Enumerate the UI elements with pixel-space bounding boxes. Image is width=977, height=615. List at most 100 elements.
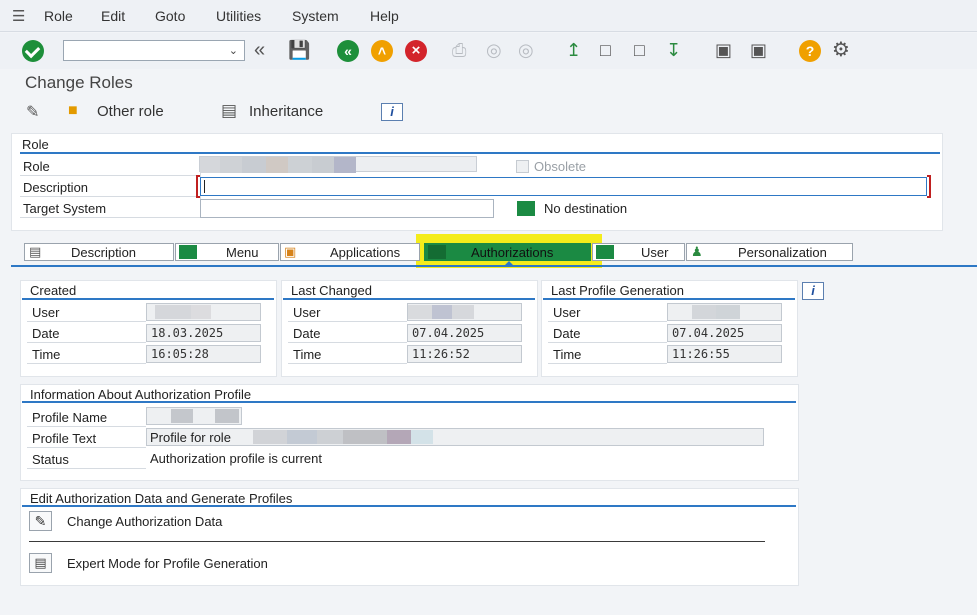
last-changed-time-label: Time — [293, 347, 322, 362]
status-label: Status — [32, 452, 69, 467]
last-changed-user-redacted — [407, 303, 522, 321]
inheritance-icon[interactable]: ▤ — [221, 101, 237, 121]
back-icon[interactable]: « — [337, 40, 359, 62]
find-next-icon: ◎ — [518, 40, 534, 60]
divider — [20, 196, 200, 197]
obsolete-checkbox[interactable] — [516, 160, 529, 173]
created-user-redacted — [146, 303, 261, 321]
divider — [548, 363, 667, 364]
last-profile-date-value: 07.04.2025 — [667, 324, 782, 342]
menu-tab-icon — [179, 245, 197, 259]
divider — [27, 321, 146, 322]
next-page-icon[interactable]: □ — [634, 39, 645, 61]
tab-label: Authorizations — [471, 245, 554, 260]
create-session-icon[interactable]: ▣ — [715, 39, 732, 61]
menu-role[interactable]: Role — [44, 8, 73, 24]
created-section: Created User Date Time 18.03.2025 16:05:… — [20, 280, 277, 377]
command-field[interactable]: ⌄ — [63, 40, 245, 61]
personalization-tab-icon: ♟ — [691, 244, 703, 259]
created-title: Created — [30, 283, 77, 298]
section-underline — [543, 298, 795, 300]
applications-tab-icon: ▣ — [284, 244, 297, 259]
menu-help[interactable]: Help — [370, 8, 399, 24]
menu-toggle-icon[interactable]: ☰ — [12, 7, 25, 25]
last-profile-time-value: 11:26:55 — [667, 345, 782, 363]
divider — [288, 342, 407, 343]
profile-info-title: Information About Authorization Profile — [30, 387, 252, 402]
expert-mode-button[interactable]: Expert Mode for Profile Generation — [67, 556, 268, 571]
divider — [548, 321, 667, 322]
print-icon: ⎙ — [452, 40, 467, 60]
created-date-value: 18.03.2025 — [146, 324, 261, 342]
help-icon[interactable]: ? — [799, 40, 821, 62]
divider — [20, 175, 200, 176]
cancel-icon[interactable]: × — [405, 40, 427, 62]
settings-icon[interactable]: ⚙ — [832, 39, 850, 61]
other-role-button[interactable]: Other role — [97, 103, 164, 120]
exit-icon[interactable]: ˄ — [371, 40, 393, 62]
divider — [288, 321, 407, 322]
shortcut-icon[interactable]: ▣ — [750, 39, 767, 61]
description-tab-icon: ▤ — [29, 244, 42, 259]
profile-info-section: Information About Authorization Profile … — [20, 384, 799, 481]
created-date-label: Date — [32, 326, 60, 341]
info-icon[interactable]: i — [381, 103, 403, 121]
other-role-icon[interactable]: ■ — [68, 102, 78, 120]
enter-icon[interactable] — [22, 40, 44, 62]
last-profile-generation-section: Last Profile Generation User Date Time 0… — [541, 280, 798, 377]
menu-system[interactable]: System — [292, 8, 339, 24]
divider — [288, 363, 407, 364]
tab-applications[interactable]: ▣ Applications — [280, 243, 420, 261]
change-authorization-data-button[interactable]: Change Authorization Data — [67, 514, 222, 529]
last-changed-date-value: 07.04.2025 — [407, 324, 522, 342]
last-profile-generation-title: Last Profile Generation — [551, 283, 684, 298]
tab-description[interactable]: ▤ Description — [24, 243, 174, 261]
chevron-down-icon[interactable]: ⌄ — [229, 44, 238, 57]
last-profile-user-redacted — [667, 303, 782, 321]
target-system-field[interactable] — [200, 199, 494, 218]
profile-name-label: Profile Name — [32, 410, 108, 425]
menu-edit[interactable]: Edit — [101, 8, 125, 24]
created-time-label: Time — [32, 347, 61, 362]
inheritance-button[interactable]: Inheritance — [249, 103, 323, 120]
role-panel: Role Role Description Target System Obso… — [11, 133, 943, 231]
info-icon[interactable]: i — [802, 282, 824, 300]
authorizations-tab-icon — [428, 245, 446, 259]
description-field[interactable] — [200, 177, 927, 196]
tab-authorizations[interactable]: Authorizations — [424, 243, 591, 261]
last-page-icon[interactable]: ↧ — [666, 39, 681, 61]
last-changed-time-value: 11:26:52 — [407, 345, 522, 363]
find-icon: ◎ — [486, 40, 502, 60]
role-label: Role — [23, 159, 50, 174]
tab-menu[interactable]: Menu — [175, 243, 279, 261]
menu-goto[interactable]: Goto — [155, 8, 185, 24]
save-icon[interactable]: 💾 — [288, 39, 310, 61]
divider — [27, 468, 146, 469]
previous-page-icon[interactable]: □ — [600, 39, 611, 61]
role-panel-title: Role — [22, 137, 49, 152]
tab-pointer — [503, 261, 515, 267]
created-user-label: User — [32, 305, 60, 320]
section-underline — [22, 401, 796, 403]
pencil-icon[interactable]: ✎ — [29, 511, 52, 531]
last-changed-user-label: User — [293, 305, 321, 320]
tab-user[interactable]: User — [592, 243, 685, 261]
menubar: ☰ Role Edit Goto Utilities System Help — [0, 0, 977, 32]
edit-authorization-title: Edit Authorization Data and Generate Pro… — [30, 491, 293, 506]
last-profile-date-label: Date — [553, 326, 581, 341]
status-green-icon — [517, 201, 535, 216]
first-page-icon[interactable]: ↥ — [566, 39, 581, 61]
menu-utilities[interactable]: Utilities — [216, 8, 261, 24]
role-value-redacted — [199, 156, 477, 173]
back-arrows-icon[interactable]: « — [254, 39, 265, 61]
last-profile-user-label: User — [553, 305, 581, 320]
divider — [20, 217, 200, 218]
target-system-label: Target System — [23, 201, 107, 216]
last-changed-date-label: Date — [293, 326, 321, 341]
profile-name-redacted — [146, 407, 242, 425]
tab-label: Description — [71, 245, 137, 260]
expert-mode-icon[interactable]: ▤ — [29, 553, 52, 573]
tab-personalization[interactable]: ♟ Personalization — [686, 243, 853, 261]
display-change-icon[interactable]: ✎ — [26, 102, 39, 122]
application-toolbar: ✎ ■ Other role ▤ Inheritance i — [0, 98, 977, 126]
